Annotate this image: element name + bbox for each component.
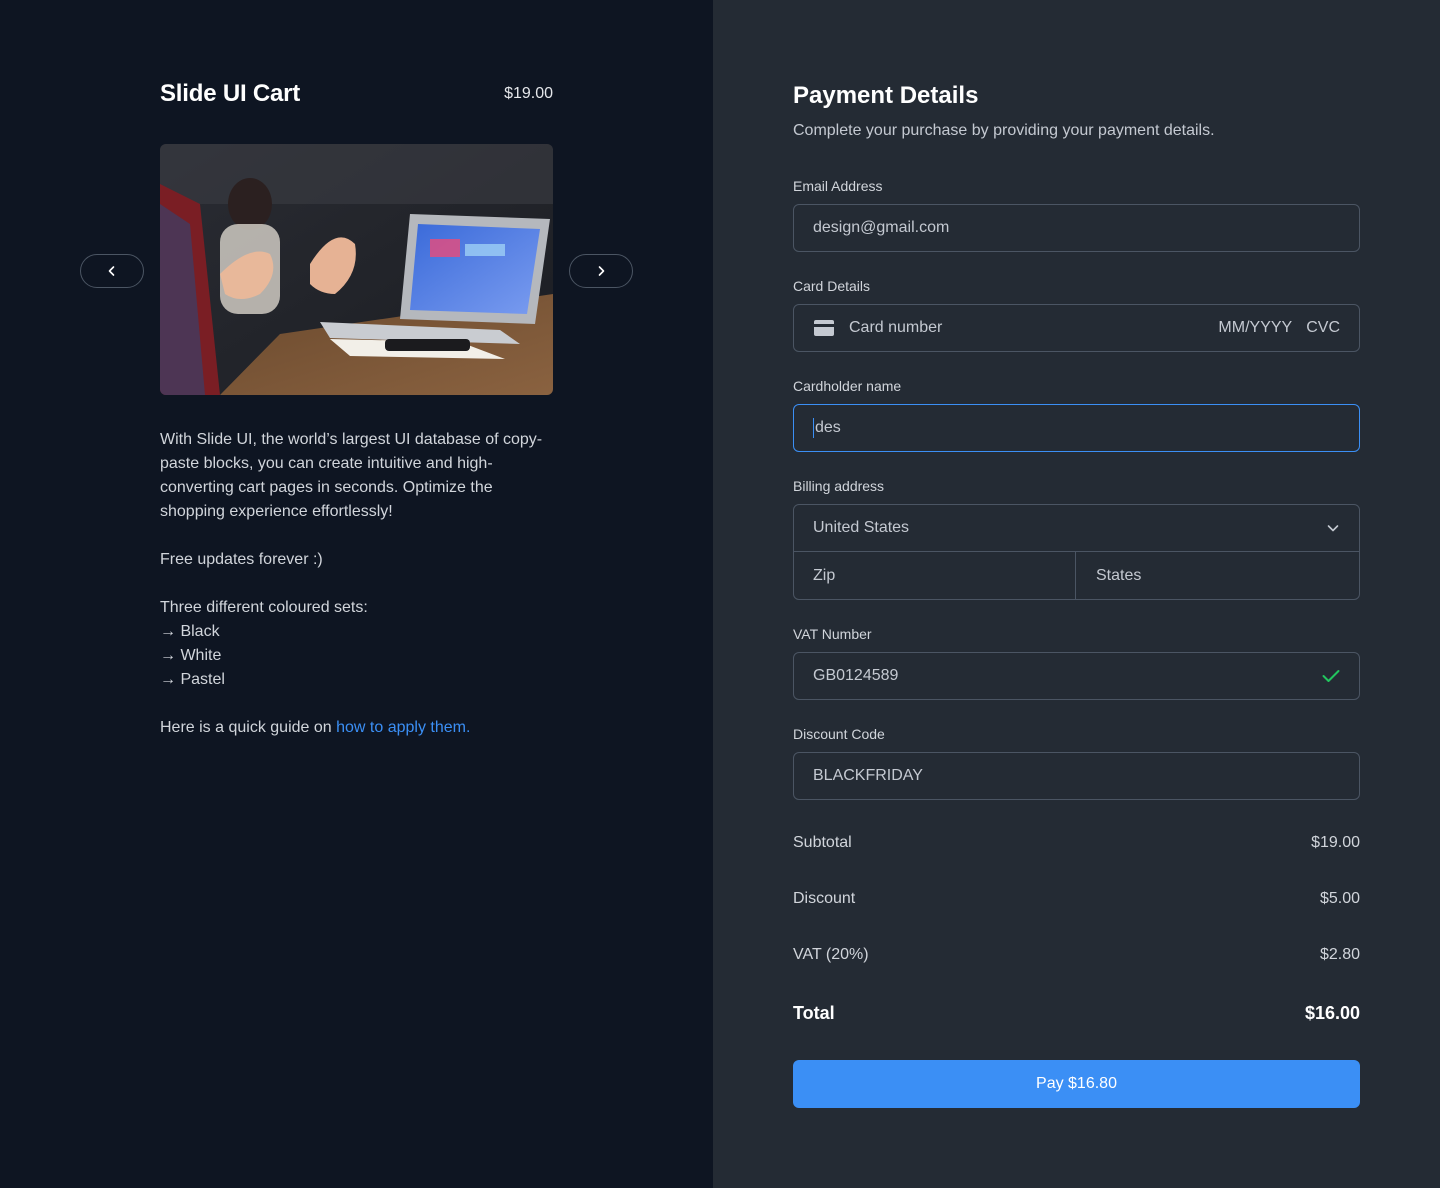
chevron-left-icon: [108, 266, 115, 276]
cart-panel: Slide UI Cart $19.00 With Slide UI, the …: [0, 0, 713, 1188]
discount-row: Discount $5.00: [793, 890, 1360, 908]
total-label: Total: [793, 1003, 835, 1023]
discount-summary-label: Discount: [793, 890, 856, 907]
billing-label: Billing address: [793, 478, 885, 494]
email-label: Email Address: [793, 178, 883, 194]
chevron-down-icon: [1327, 525, 1339, 532]
sets-heading: Three different coloured sets:: [160, 599, 368, 616]
check-icon: [1322, 670, 1340, 682]
total-value: $16.00: [1304, 1003, 1360, 1023]
billing-address-group: United States Zip States: [793, 504, 1360, 600]
cart-header: Slide UI Cart $19.00: [160, 80, 553, 108]
subtotal-label: Subtotal: [793, 834, 852, 851]
email-value: design@gmail.com: [813, 219, 950, 236]
card-number-input[interactable]: Card number: [849, 319, 942, 337]
pay-button[interactable]: Pay $16.80: [793, 1060, 1360, 1108]
payment-panel: Payment Details Complete your purchase b…: [713, 0, 1440, 1188]
guide-text-block: Here is a quick guide on how to apply th…: [160, 716, 560, 740]
zip-placeholder: Zip: [813, 566, 836, 584]
card-details-label: Card Details: [793, 278, 871, 294]
checkout-page: Slide UI Cart $19.00 With Slide UI, the …: [0, 0, 1440, 1188]
subtotal-value: $19.00: [1311, 834, 1360, 851]
cart-price: $19.00: [504, 85, 553, 102]
discount-label: Discount Code: [793, 726, 885, 742]
card-details-field[interactable]: Card number MM/YYYY CVC: [793, 304, 1360, 352]
payment-subtitle: Complete your purchase by providing your…: [793, 122, 1215, 139]
discount-field[interactable]: BLACKFRIDAY: [793, 752, 1360, 800]
carousel-prev-button[interactable]: [80, 254, 144, 288]
cardholder-field[interactable]: des: [793, 404, 1360, 452]
carousel-next-button[interactable]: [569, 254, 633, 288]
set-item-white: → White: [160, 647, 222, 664]
cart-title: Slide UI Cart: [160, 80, 301, 107]
free-updates-text: Free updates forever :): [160, 551, 323, 568]
discount-summary-value: $5.00: [1319, 890, 1360, 907]
sets-block: Three different coloured sets: → Black →…: [160, 596, 560, 692]
card-expiry-input[interactable]: MM/YYYY: [1218, 319, 1292, 337]
vat-summary-value: $2.80: [1319, 946, 1360, 963]
vat-summary-label: VAT (20%): [793, 946, 869, 963]
payment-title: Payment Details: [793, 82, 979, 109]
email-field[interactable]: design@gmail.com: [793, 204, 1360, 252]
chevron-right-icon: [598, 266, 605, 276]
credit-card-icon: [814, 320, 834, 336]
vat-label: VAT Number: [793, 626, 872, 642]
zip-input[interactable]: Zip: [794, 552, 1076, 599]
text-caret: [813, 418, 814, 438]
cardholder-value: des: [815, 419, 841, 436]
total-row: Total $16.00: [793, 1003, 1360, 1024]
country-value: United States: [813, 519, 910, 536]
guide-link[interactable]: how to apply them.: [336, 719, 470, 736]
card-cvc-input[interactable]: CVC: [1306, 319, 1340, 337]
vat-row: VAT (20%) $2.80: [793, 946, 1360, 964]
description-text: With Slide UI, the world’s largest UI da…: [160, 431, 543, 520]
state-placeholder: States: [1096, 566, 1142, 584]
discount-value: BLACKFRIDAY: [813, 767, 923, 784]
state-input[interactable]: States: [1076, 552, 1359, 599]
vat-field[interactable]: GB0124589: [793, 652, 1360, 700]
guide-text: Here is a quick guide on: [160, 719, 337, 736]
subtotal-row: Subtotal $19.00: [793, 834, 1360, 852]
vat-value: GB0124589: [813, 667, 899, 684]
product-description: With Slide UI, the world’s largest UI da…: [160, 428, 560, 764]
product-image: [160, 144, 553, 395]
cardholder-label: Cardholder name: [793, 378, 902, 394]
meeting-photo: [160, 144, 553, 395]
set-item-black: → Black: [160, 623, 220, 640]
country-select[interactable]: United States: [794, 505, 1359, 552]
set-item-pastel: → Pastel: [160, 671, 225, 688]
